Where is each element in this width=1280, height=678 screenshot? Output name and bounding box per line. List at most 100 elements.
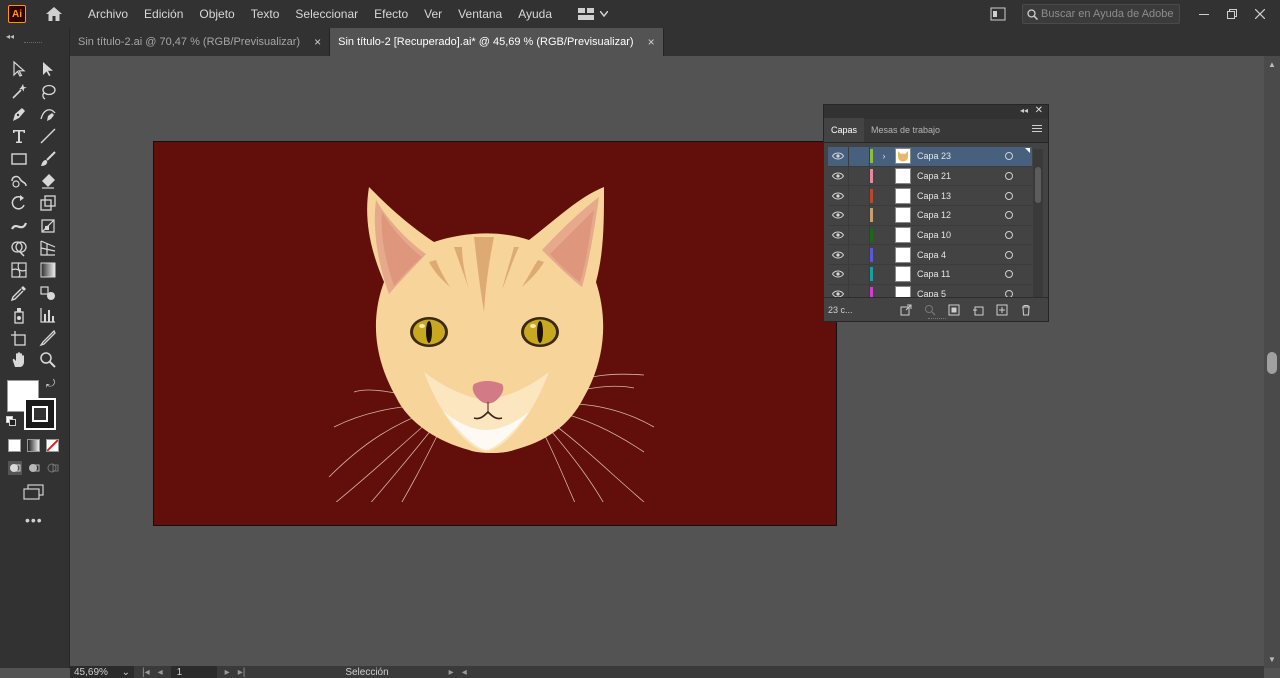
menu-texto[interactable]: Texto [243,0,288,28]
tab-capas[interactable]: Capas [824,118,865,142]
target-circle-icon[interactable] [1005,172,1013,181]
visibility-eye-icon[interactable] [828,251,848,259]
visibility-eye-icon[interactable] [828,192,848,200]
scrollbar-thumb[interactable] [1035,167,1041,203]
visibility-eye-icon[interactable] [828,211,848,219]
draw-inside-icon[interactable] [46,461,60,475]
visibility-eye-icon[interactable] [828,152,848,160]
artboard-number-field[interactable]: 1 [170,666,217,678]
home-icon[interactable] [44,4,64,24]
screen-mode-icon[interactable] [23,484,45,500]
lock-toggle[interactable] [848,225,870,245]
artboard-tool-icon[interactable] [7,327,31,349]
draw-normal-icon[interactable] [8,461,22,475]
menu-seleccionar[interactable]: Seleccionar [287,0,366,28]
shaper-tool-icon[interactable] [7,170,31,192]
next-artboard-icon[interactable]: ▸ [225,666,230,678]
make-clipping-mask-icon[interactable] [948,304,960,316]
free-transform-tool-icon[interactable] [36,215,60,237]
panel-menu-icon[interactable] [1032,125,1042,134]
restore-button[interactable] [1218,0,1246,28]
column-graph-tool-icon[interactable] [36,304,60,326]
zoom-tool-icon[interactable] [36,349,60,371]
close-window-button[interactable] [1246,0,1274,28]
new-layer-icon[interactable] [996,304,1008,316]
rotate-tool-icon[interactable] [7,192,31,214]
selection-tool-icon[interactable] [7,58,31,80]
locate-object-icon[interactable] [924,304,936,316]
none-mode-icon[interactable] [46,439,59,452]
layer-row[interactable]: Capa 5 [828,284,1032,297]
new-sublayer-icon[interactable] [972,304,984,316]
target-circle-icon[interactable] [1005,231,1013,240]
lock-toggle[interactable] [848,206,870,225]
line-segment-tool-icon[interactable] [36,125,60,147]
layer-row[interactable]: Capa 12 [828,206,1032,226]
draw-behind-icon[interactable] [27,461,41,475]
rectangle-tool-icon[interactable] [7,148,31,170]
shape-builder-tool-icon[interactable] [7,237,31,259]
layer-list-scrollbar[interactable] [1033,149,1043,297]
scroll-down-icon[interactable]: ▼ [1268,655,1276,664]
visibility-eye-icon[interactable] [828,172,848,180]
scroll-left-icon[interactable]: ◂ [462,666,467,678]
visibility-eye-icon[interactable] [828,290,848,297]
close-icon[interactable]: ✕ [1035,105,1043,116]
export-icon[interactable] [900,304,912,316]
document-tab-1[interactable]: Sin título-2.ai @ 70,47 % (RGB/Previsual… [70,28,331,56]
close-icon[interactable]: × [648,35,655,49]
scroll-up-icon[interactable]: ▲ [1268,60,1276,69]
layer-row[interactable]: Capa 13 [828,186,1032,207]
toolbar-grip[interactable] [24,42,42,44]
artboard[interactable] [153,141,837,526]
zoom-level-field[interactable]: 45,69% ⌄ [70,666,134,678]
lock-toggle[interactable] [848,166,870,186]
collapse-toolbar-icon[interactable]: ◂◂ [6,32,14,41]
gradient-mode-icon[interactable] [27,439,40,452]
mesh-tool-icon[interactable] [7,259,31,281]
previous-artboard-icon[interactable]: ◂ [158,666,163,678]
magic-wand-tool-icon[interactable] [7,81,31,103]
paintbrush-tool-icon[interactable] [36,148,60,170]
lock-toggle[interactable] [848,284,870,297]
collapse-panel-icon[interactable]: ◂◂ [1020,106,1028,115]
stroke-color-swatch[interactable] [24,398,56,430]
menu-ver[interactable]: Ver [416,0,450,28]
help-search-input[interactable] [1041,8,1177,20]
visibility-eye-icon[interactable] [828,231,848,239]
blend-tool-icon[interactable] [36,282,60,304]
menu-objeto[interactable]: Objeto [191,0,242,28]
panel-layout-icon[interactable] [990,7,1006,21]
close-icon[interactable]: × [314,35,321,49]
layer-row[interactable]: Capa 4 [828,245,1032,266]
lock-toggle[interactable] [848,186,870,206]
direct-selection-tool-icon[interactable] [36,58,60,80]
chevron-right-icon[interactable]: › [873,151,895,161]
menu-edicion[interactable]: Edición [136,0,191,28]
symbol-sprayer-tool-icon[interactable] [7,304,31,326]
scale-tool-icon[interactable] [36,192,60,214]
pen-tool-icon[interactable] [7,103,31,125]
slice-tool-icon[interactable] [36,327,60,349]
color-mode-solid-icon[interactable] [8,439,21,452]
trash-icon[interactable] [1020,304,1032,316]
type-tool-icon[interactable] [7,125,31,147]
target-circle-icon[interactable] [1005,270,1013,279]
first-artboard-icon[interactable]: |◂ [142,666,150,678]
lock-toggle[interactable] [848,265,870,284]
visibility-eye-icon[interactable] [828,270,848,278]
menu-ventana[interactable]: Ventana [450,0,510,28]
eyedropper-tool-icon[interactable] [7,282,31,304]
last-artboard-icon[interactable]: ▸| [238,666,246,678]
menu-archivo[interactable]: Archivo [80,0,136,28]
menu-efecto[interactable]: Efecto [366,0,416,28]
edit-toolbar-button[interactable]: ••• [25,512,43,528]
lock-toggle[interactable] [848,147,870,166]
layer-row[interactable]: Capa 10 [828,225,1032,246]
illustrator-logo[interactable]: Ai [8,5,26,23]
target-circle-icon[interactable] [1005,290,1013,297]
target-circle-icon[interactable] [1005,211,1013,220]
document-tab-2[interactable]: Sin título-2 [Recuperado].ai* @ 45,69 % … [330,28,664,56]
layer-row[interactable]: Capa 21 [828,166,1032,187]
cat-illustration[interactable] [314,162,674,502]
